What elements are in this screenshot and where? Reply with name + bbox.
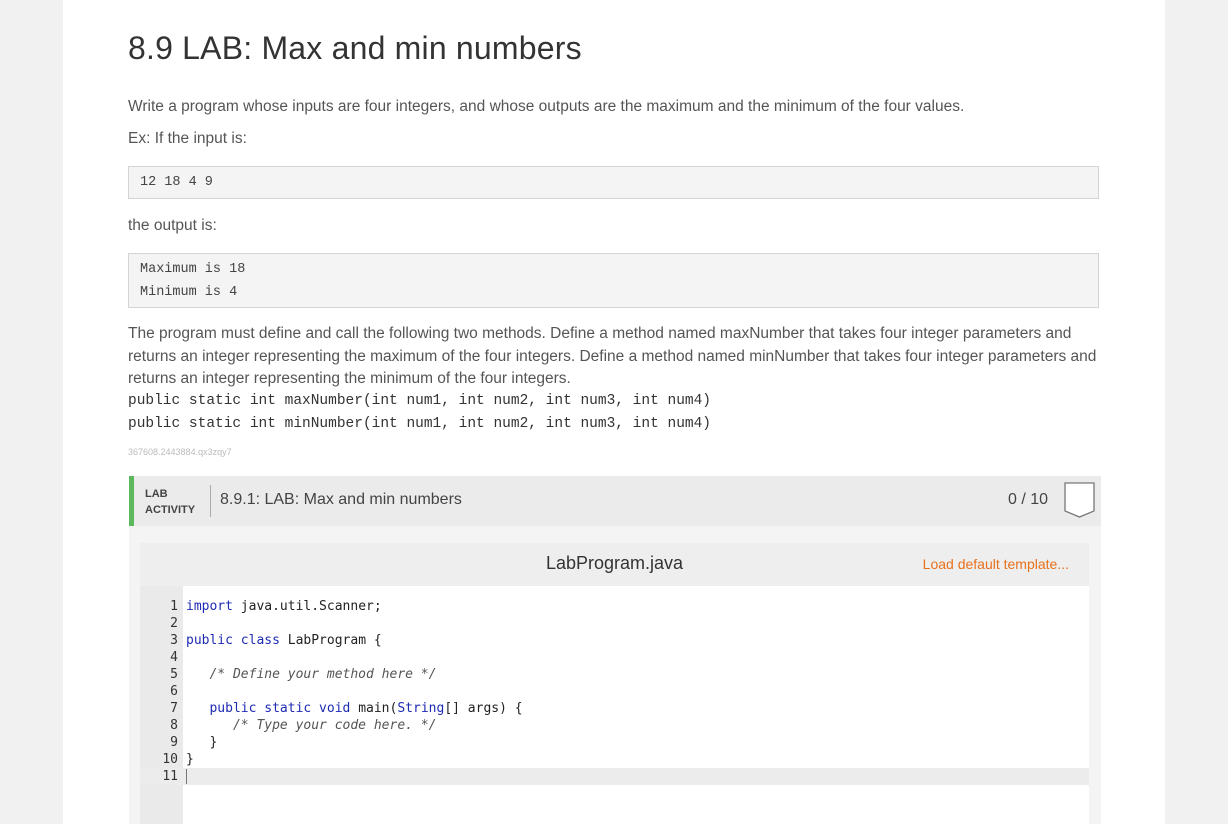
- code-editor[interactable]: LabProgram.java Load default template...…: [140, 543, 1089, 824]
- lab-activity-title: 8.9.1: LAB: Max and min numbers: [220, 491, 462, 508]
- line-number: 10: [162, 752, 178, 767]
- code-text[interactable]: /* Type your code here. */: [186, 717, 437, 734]
- code-line[interactable]: 1 import java.util.Scanner;: [140, 598, 1089, 615]
- load-default-template-link[interactable]: Load default template...: [923, 556, 1069, 572]
- intro-text: Write a program whose inputs are four in…: [128, 98, 965, 115]
- completion-badge-icon: [1064, 482, 1095, 518]
- code-line[interactable]: 4: [140, 649, 1089, 666]
- code-line[interactable]: 7 public static void main(String[] args)…: [140, 700, 1089, 717]
- code-line[interactable]: 9 }: [140, 734, 1089, 751]
- code-line[interactable]: 3 public class LabProgram {: [140, 632, 1089, 649]
- header-divider: [210, 485, 211, 517]
- text-cursor: [186, 769, 187, 784]
- line-number: 4: [170, 650, 178, 665]
- line-number: 6: [170, 684, 178, 699]
- example-input-text: 12 18 4 9: [140, 175, 213, 190]
- code-text[interactable]: }: [186, 734, 217, 751]
- line-number: 9: [170, 735, 178, 750]
- code-line[interactable]: 8 /* Type your code here. */: [140, 717, 1089, 734]
- line-number: 1: [170, 599, 178, 614]
- example-output-line: Maximum is 18: [140, 262, 246, 277]
- code-text[interactable]: /* Define your method here */: [186, 666, 436, 683]
- line-number: 11: [162, 769, 178, 784]
- lab-activity-header: LAB ACTIVITY 8.9.1: LAB: Max and min num…: [129, 476, 1101, 526]
- code-line[interactable]: 5 /* Define your method here */: [140, 666, 1089, 683]
- example-output-box: Maximum is 18 Minimum is 4: [128, 253, 1099, 308]
- code-text[interactable]: import java.util.Scanner;: [186, 598, 382, 615]
- lab-tag-line: ACTIVITY: [145, 504, 196, 516]
- activity-id: 367608.2443884.qx3zqy7: [128, 447, 232, 457]
- line-number: 2: [170, 616, 178, 631]
- code-text[interactable]: }: [186, 751, 194, 768]
- code-text[interactable]: public class LabProgram {: [186, 632, 382, 649]
- code-text[interactable]: [186, 768, 187, 785]
- example-label: Ex: If the input is:: [128, 130, 247, 147]
- line-number: 5: [170, 667, 178, 682]
- score-display: 0 / 10: [1008, 491, 1049, 508]
- editor-header: LabProgram.java Load default template...: [140, 543, 1089, 586]
- code-line[interactable]: 10}: [140, 751, 1089, 768]
- example-input-box: 12 18 4 9: [128, 166, 1099, 199]
- page-title: 8.9 LAB: Max and min numbers: [128, 30, 582, 66]
- output-label: the output is:: [128, 217, 217, 234]
- lab-tag-line: LAB: [145, 488, 168, 500]
- line-number: 3: [170, 633, 178, 648]
- method-signature-min: public static int minNumber(int num1, in…: [128, 416, 711, 432]
- method-signature-max: public static int maxNumber(int num1, in…: [128, 393, 711, 409]
- example-output-line: Minimum is 4: [140, 285, 238, 300]
- content-page: 8.9 LAB: Max and min numbers Write a pro…: [63, 0, 1165, 824]
- line-number: 8: [170, 718, 178, 733]
- code-line[interactable]: 2: [140, 615, 1089, 632]
- code-area[interactable]: 1 import java.util.Scanner; 2 3 public class…: [140, 598, 1089, 785]
- code-line[interactable]: 11: [140, 768, 1089, 785]
- line-number: 7: [170, 701, 178, 716]
- code-text[interactable]: public static void main(String[] args) {: [186, 700, 522, 717]
- method-description: The program must define and call the fol…: [128, 325, 1097, 387]
- lab-activity: LAB ACTIVITY 8.9.1: LAB: Max and min num…: [129, 476, 1101, 824]
- lab-activity-tag: LAB ACTIVITY: [145, 486, 195, 518]
- code-line[interactable]: 6: [140, 683, 1089, 700]
